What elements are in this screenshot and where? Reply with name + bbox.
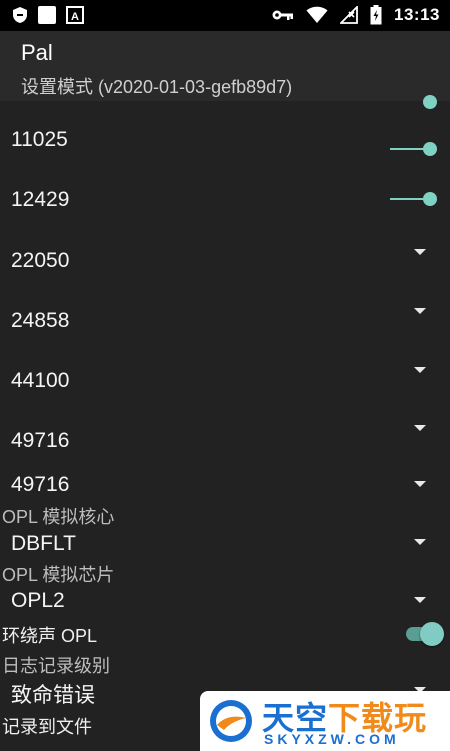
log-level-label-row: 日志记录级别 [0, 651, 450, 677]
chevron-down-icon[interactable] [414, 425, 426, 431]
surround-opl-label: 环绕声 OPL [2, 626, 98, 646]
setting-value: 12429 [11, 188, 70, 211]
font-icon: A [66, 6, 84, 24]
opl-core-value: DBFLT [11, 532, 76, 555]
notification-icon [38, 6, 56, 24]
setting-row[interactable]: 11025 [0, 121, 450, 171]
shield-icon [13, 7, 27, 23]
status-time: 13:13 [394, 5, 440, 24]
log-level-value: 致命错误 [11, 684, 95, 707]
setting-dropdown[interactable]: 49716 [0, 469, 450, 505]
site-logo-icon [210, 700, 252, 742]
chevron-down-icon[interactable] [414, 249, 426, 255]
setting-dropdown[interactable]: 49716 [0, 421, 450, 467]
opl-chip-dropdown[interactable]: OPL2 [0, 587, 450, 617]
site-watermark: 天空下载玩 SKYXZW.COM [200, 691, 450, 751]
app-subtitle: 设置模式 (v2020-01-03-gefb89d7) [21, 77, 293, 97]
settings-list[interactable]: 11025 12429 22050 24858 44100 49716 4971… [0, 95, 450, 751]
opl-core-label: OPL 模拟核心 [2, 507, 115, 527]
app-header: Pal 设置模式 (v2020-01-03-gefb89d7) [0, 31, 450, 101]
setting-dropdown[interactable]: 44100 [0, 361, 450, 411]
log-to-file-label: 记录到文件 [2, 717, 92, 737]
log-level-label: 日志记录级别 [2, 656, 110, 676]
dropdown-value: 24858 [11, 309, 70, 332]
watermark-subtitle: SKYXZW.COM [264, 731, 400, 747]
setting-row[interactable]: 12429 [0, 181, 450, 231]
chevron-down-icon[interactable] [414, 481, 426, 487]
slider-track[interactable] [390, 198, 426, 200]
battery-charging-icon [370, 5, 382, 25]
svg-text:A: A [71, 11, 79, 23]
opl-core-label-row: OPL 模拟核心 [0, 503, 450, 529]
chevron-down-icon[interactable] [414, 597, 426, 603]
chevron-down-icon[interactable] [414, 539, 426, 545]
setting-dropdown[interactable]: 22050 [0, 241, 450, 291]
opl-chip-value: OPL2 [11, 589, 65, 612]
status-bar: A 13:13 [0, 0, 450, 31]
wifi-icon [306, 6, 328, 23]
setting-value: 11025 [11, 128, 68, 151]
app-title: Pal [21, 40, 53, 65]
dropdown-value: 49716 [11, 473, 70, 496]
opl-chip-label-row: OPL 模拟芯片 [0, 561, 450, 587]
chevron-down-icon[interactable] [414, 367, 426, 373]
slider-thumb[interactable] [423, 142, 437, 156]
setting-dropdown[interactable]: 24858 [0, 301, 450, 351]
chevron-down-icon[interactable] [414, 308, 426, 314]
key-icon [272, 10, 294, 20]
dropdown-value: 44100 [11, 369, 70, 392]
opl-core-dropdown[interactable]: DBFLT [0, 529, 450, 561]
surround-opl-toggle-thumb[interactable] [420, 622, 444, 646]
dropdown-value: 22050 [11, 249, 70, 272]
dropdown-value: 49716 [11, 429, 70, 452]
surround-opl-row[interactable]: 环绕声 OPL [0, 617, 450, 651]
signal-icon [340, 6, 358, 24]
slider-track[interactable] [390, 148, 426, 150]
slider-thumb-partial[interactable] [423, 95, 437, 109]
opl-chip-label: OPL 模拟芯片 [2, 565, 115, 585]
slider-thumb[interactable] [423, 192, 437, 206]
